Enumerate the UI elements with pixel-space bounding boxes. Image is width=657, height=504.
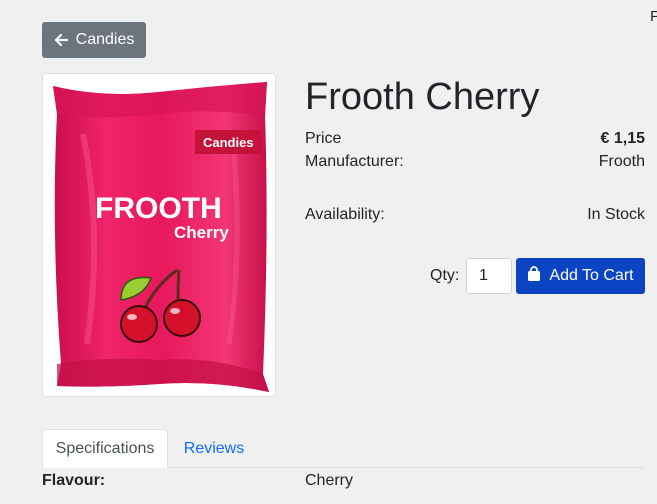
spec-flavour-value: Cherry <box>305 472 354 489</box>
back-to-candies-button[interactable]: Candies <box>42 22 146 58</box>
bag-brand-text: FROOTH <box>95 192 222 225</box>
shopping-bag-icon <box>527 265 541 287</box>
product-image: Candies FROOTH Cherry <box>42 73 276 397</box>
tab-reviews[interactable]: Reviews <box>168 429 260 468</box>
manufacturer-label: Manufacturer: <box>305 153 404 170</box>
price-row: Price € 1,15 <box>305 129 645 149</box>
add-to-cart-label: Add To Cart <box>549 267 634 284</box>
back-button-label: Candies <box>75 31 135 48</box>
manufacturer-value: Frooth <box>598 153 645 170</box>
bag-flavor-text: Cherry <box>174 223 229 242</box>
spec-flavour-label: Flavour: <box>42 472 106 489</box>
price-value: € 1,15 <box>600 130 645 147</box>
availability-value: In Stock <box>587 206 645 223</box>
manufacturer-row: Manufacturer: Frooth <box>305 152 645 172</box>
quantity-input[interactable] <box>466 258 512 294</box>
price-label: Price <box>305 130 342 147</box>
header-clipped-text[interactable]: F <box>650 8 657 25</box>
bag-tag-text: Candies <box>203 135 254 150</box>
availability-row: Availability: In Stock <box>305 205 645 225</box>
qty-label: Qty: <box>430 267 460 284</box>
availability-label: Availability: <box>305 206 385 223</box>
add-to-cart-button[interactable]: Add To Cart <box>516 258 645 294</box>
tab-specifications[interactable]: Specifications <box>42 429 168 468</box>
product-title: Frooth Cherry <box>305 76 540 118</box>
arrow-left-icon <box>54 33 68 47</box>
